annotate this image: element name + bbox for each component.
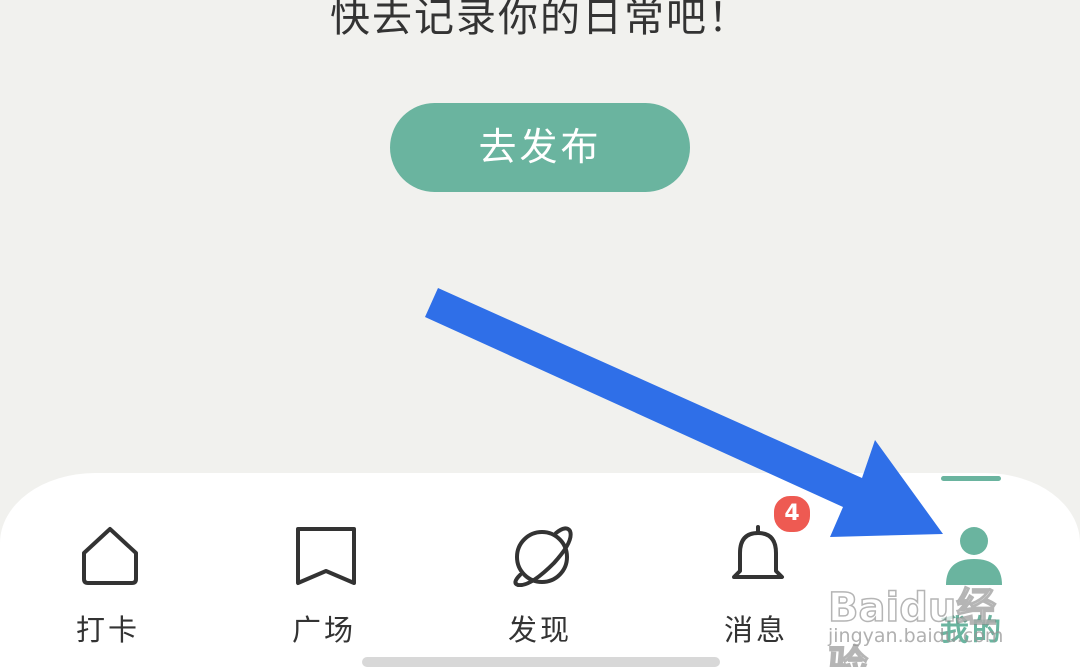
tab-discover[interactable]: 发现 xyxy=(432,473,648,667)
bell-icon xyxy=(726,523,790,587)
book-icon xyxy=(294,523,358,587)
active-tab-indicator xyxy=(941,476,1001,481)
tab-label: 消息 xyxy=(723,613,788,647)
publish-button[interactable]: 去发布 xyxy=(390,103,690,192)
tab-label: 我的 xyxy=(939,613,1004,647)
tab-label: 发现 xyxy=(507,613,572,647)
tab-label: 广场 xyxy=(291,613,356,647)
empty-state-message: 快去记录你的日常吧！ xyxy=(330,0,750,41)
user-icon xyxy=(942,523,1006,587)
planet-icon xyxy=(510,523,574,587)
tab-label: 打卡 xyxy=(75,613,140,647)
tab-square[interactable]: 广场 xyxy=(216,473,432,667)
tab-checkin[interactable]: 打卡 xyxy=(0,473,216,667)
app-screen: 快去记录你的日常吧！ 去发布 打卡 广场 发现 消息 我的 4 Baidu经验 … xyxy=(0,0,1080,667)
home-indicator[interactable] xyxy=(362,657,720,667)
tab-messages[interactable]: 消息 xyxy=(648,473,864,667)
home-icon xyxy=(78,523,142,587)
bottom-tab-bar: 打卡 广场 发现 消息 我的 xyxy=(0,473,1080,667)
message-badge: 4 xyxy=(772,494,812,534)
tab-mine[interactable]: 我的 xyxy=(864,473,1080,667)
